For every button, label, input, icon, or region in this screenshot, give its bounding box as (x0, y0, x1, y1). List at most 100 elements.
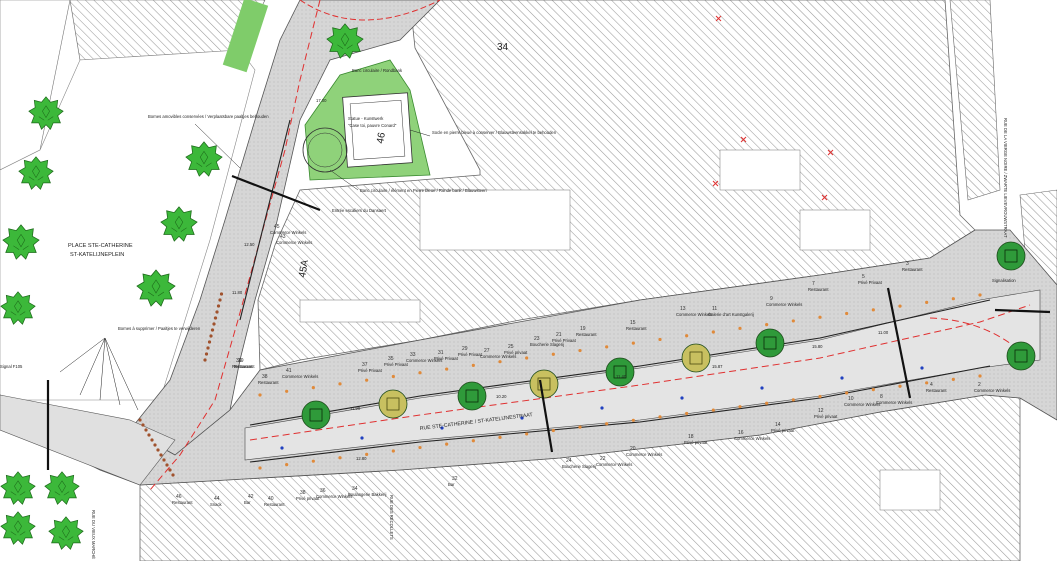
bollard-marker (845, 311, 849, 316)
bollard-marker (153, 443, 157, 447)
bike-marker (760, 386, 764, 390)
bollard-marker (391, 374, 395, 379)
dimension-value: 17.00 (316, 98, 327, 103)
use-label: Restaurant (626, 326, 647, 331)
bollard-marker (978, 374, 982, 378)
bollard-marker (605, 422, 609, 426)
bollard-marker (213, 316, 218, 320)
bollard-marker (925, 381, 929, 385)
bollard-marker (738, 405, 742, 409)
bollard-marker (898, 304, 902, 308)
use-label: Privé Privaat (384, 362, 409, 367)
bollard-marker (605, 345, 609, 349)
use-label: Restaurant (232, 364, 253, 369)
use-label: Privé Privaat (858, 280, 883, 285)
place-name-nl: ST-KATELIJNEPLEIN (70, 252, 124, 258)
bollard-marker (168, 468, 172, 472)
use-label: Commerce Winkels (734, 436, 770, 441)
bollard-marker (498, 435, 502, 439)
bike-marker (360, 436, 364, 440)
courtyard (879, 469, 941, 511)
use-label: Commerce Winkels (276, 240, 312, 245)
use-label: Bar (244, 500, 251, 505)
note-bollards-remove: Bornes à supprimer / Paaltjes te verwijd… (118, 326, 201, 331)
tree-icon (681, 343, 711, 373)
tree-icon (755, 328, 785, 358)
bollard-marker (156, 448, 160, 452)
bike-marker (920, 366, 924, 370)
block-east (949, 0, 1001, 201)
bollard-marker (951, 377, 955, 382)
tree-icon (301, 400, 331, 430)
bollard-marker (391, 449, 395, 453)
dimension-value: 12.50 (244, 242, 255, 247)
tree-icon (996, 241, 1026, 271)
bike-marker (840, 376, 844, 380)
bollard-marker (711, 408, 715, 412)
bollard-marker (418, 445, 422, 450)
bollard-marker (215, 310, 219, 314)
note-pole-left: Signal F105 (0, 364, 23, 369)
bollard-marker (165, 463, 169, 467)
bollard-marker (338, 382, 342, 386)
dimension-value: 12.80 (356, 456, 367, 461)
use-label: Restaurant (172, 500, 193, 505)
bollard-marker (258, 393, 262, 397)
bollard-marker (285, 389, 289, 393)
tree-icon (457, 381, 487, 411)
bollard-marker (159, 453, 163, 457)
bollard-marker (871, 308, 875, 312)
use-label: Privé Privaat (358, 368, 383, 373)
bollard-marker (141, 423, 145, 427)
bollard-marker (498, 360, 502, 364)
use-label: Privé Privaat (552, 338, 577, 343)
courtyard (799, 209, 871, 251)
use-label: Snack (210, 502, 223, 507)
bollard-marker (525, 356, 529, 360)
tree-icon (378, 389, 408, 419)
bollard-marker (818, 315, 822, 319)
vieux-marche-name: RUE DU VIEUX MARCHÉ (91, 510, 96, 559)
use-label: Privé privaat (771, 428, 795, 433)
bike-marker (600, 406, 604, 410)
bollard-marker (285, 462, 289, 467)
bollard-marker (311, 385, 315, 390)
bollard-marker (147, 433, 151, 437)
bollard-marker (212, 322, 216, 326)
note-bench: Banc circulaire / Rondbank (352, 68, 403, 73)
bollard-marker (471, 363, 475, 367)
bike-marker (280, 446, 284, 450)
note-statue-sub: "Case toi, pauvre Conard" (348, 123, 397, 128)
use-label: Privé privaat (504, 350, 528, 355)
bollard-marker (898, 384, 902, 388)
dimension-value: 11.80 (232, 290, 243, 295)
courtyard (719, 149, 801, 191)
block-34: 34 (497, 42, 509, 53)
note-statue: Statue - Kunstwerk (348, 116, 384, 121)
bollard-marker (219, 292, 224, 296)
bollard-marker (578, 348, 582, 353)
bollard-marker (631, 418, 635, 422)
bollard-marker (204, 352, 209, 356)
bollard-marker (471, 439, 475, 443)
dimension-value: 15.80 (812, 344, 823, 349)
bollard-marker (365, 378, 369, 382)
dimension-value: 11.00 (878, 330, 889, 335)
use-label: Boulangerie Bakkerij (348, 492, 386, 497)
bollard-marker (765, 323, 769, 327)
use-label: Restaurant (926, 388, 947, 393)
bollard-marker (711, 330, 715, 334)
tree-icon (1006, 341, 1036, 371)
use-label: Commerce Winkels (626, 452, 662, 457)
bollard-marker (951, 297, 955, 301)
use-label: Commerce Winkels (844, 402, 880, 407)
bollard-marker (791, 319, 795, 323)
use-label: Commerce Winkels (270, 230, 306, 235)
note-bollards-kept: Bornes amovibles conservées / Verplaatsb… (148, 114, 269, 119)
bollard-marker (978, 293, 982, 297)
bollard-marker (210, 328, 215, 332)
bollard-marker (658, 337, 662, 342)
tree-icon (44, 471, 80, 505)
bollard-marker (791, 398, 795, 402)
bollard-marker (311, 459, 315, 463)
